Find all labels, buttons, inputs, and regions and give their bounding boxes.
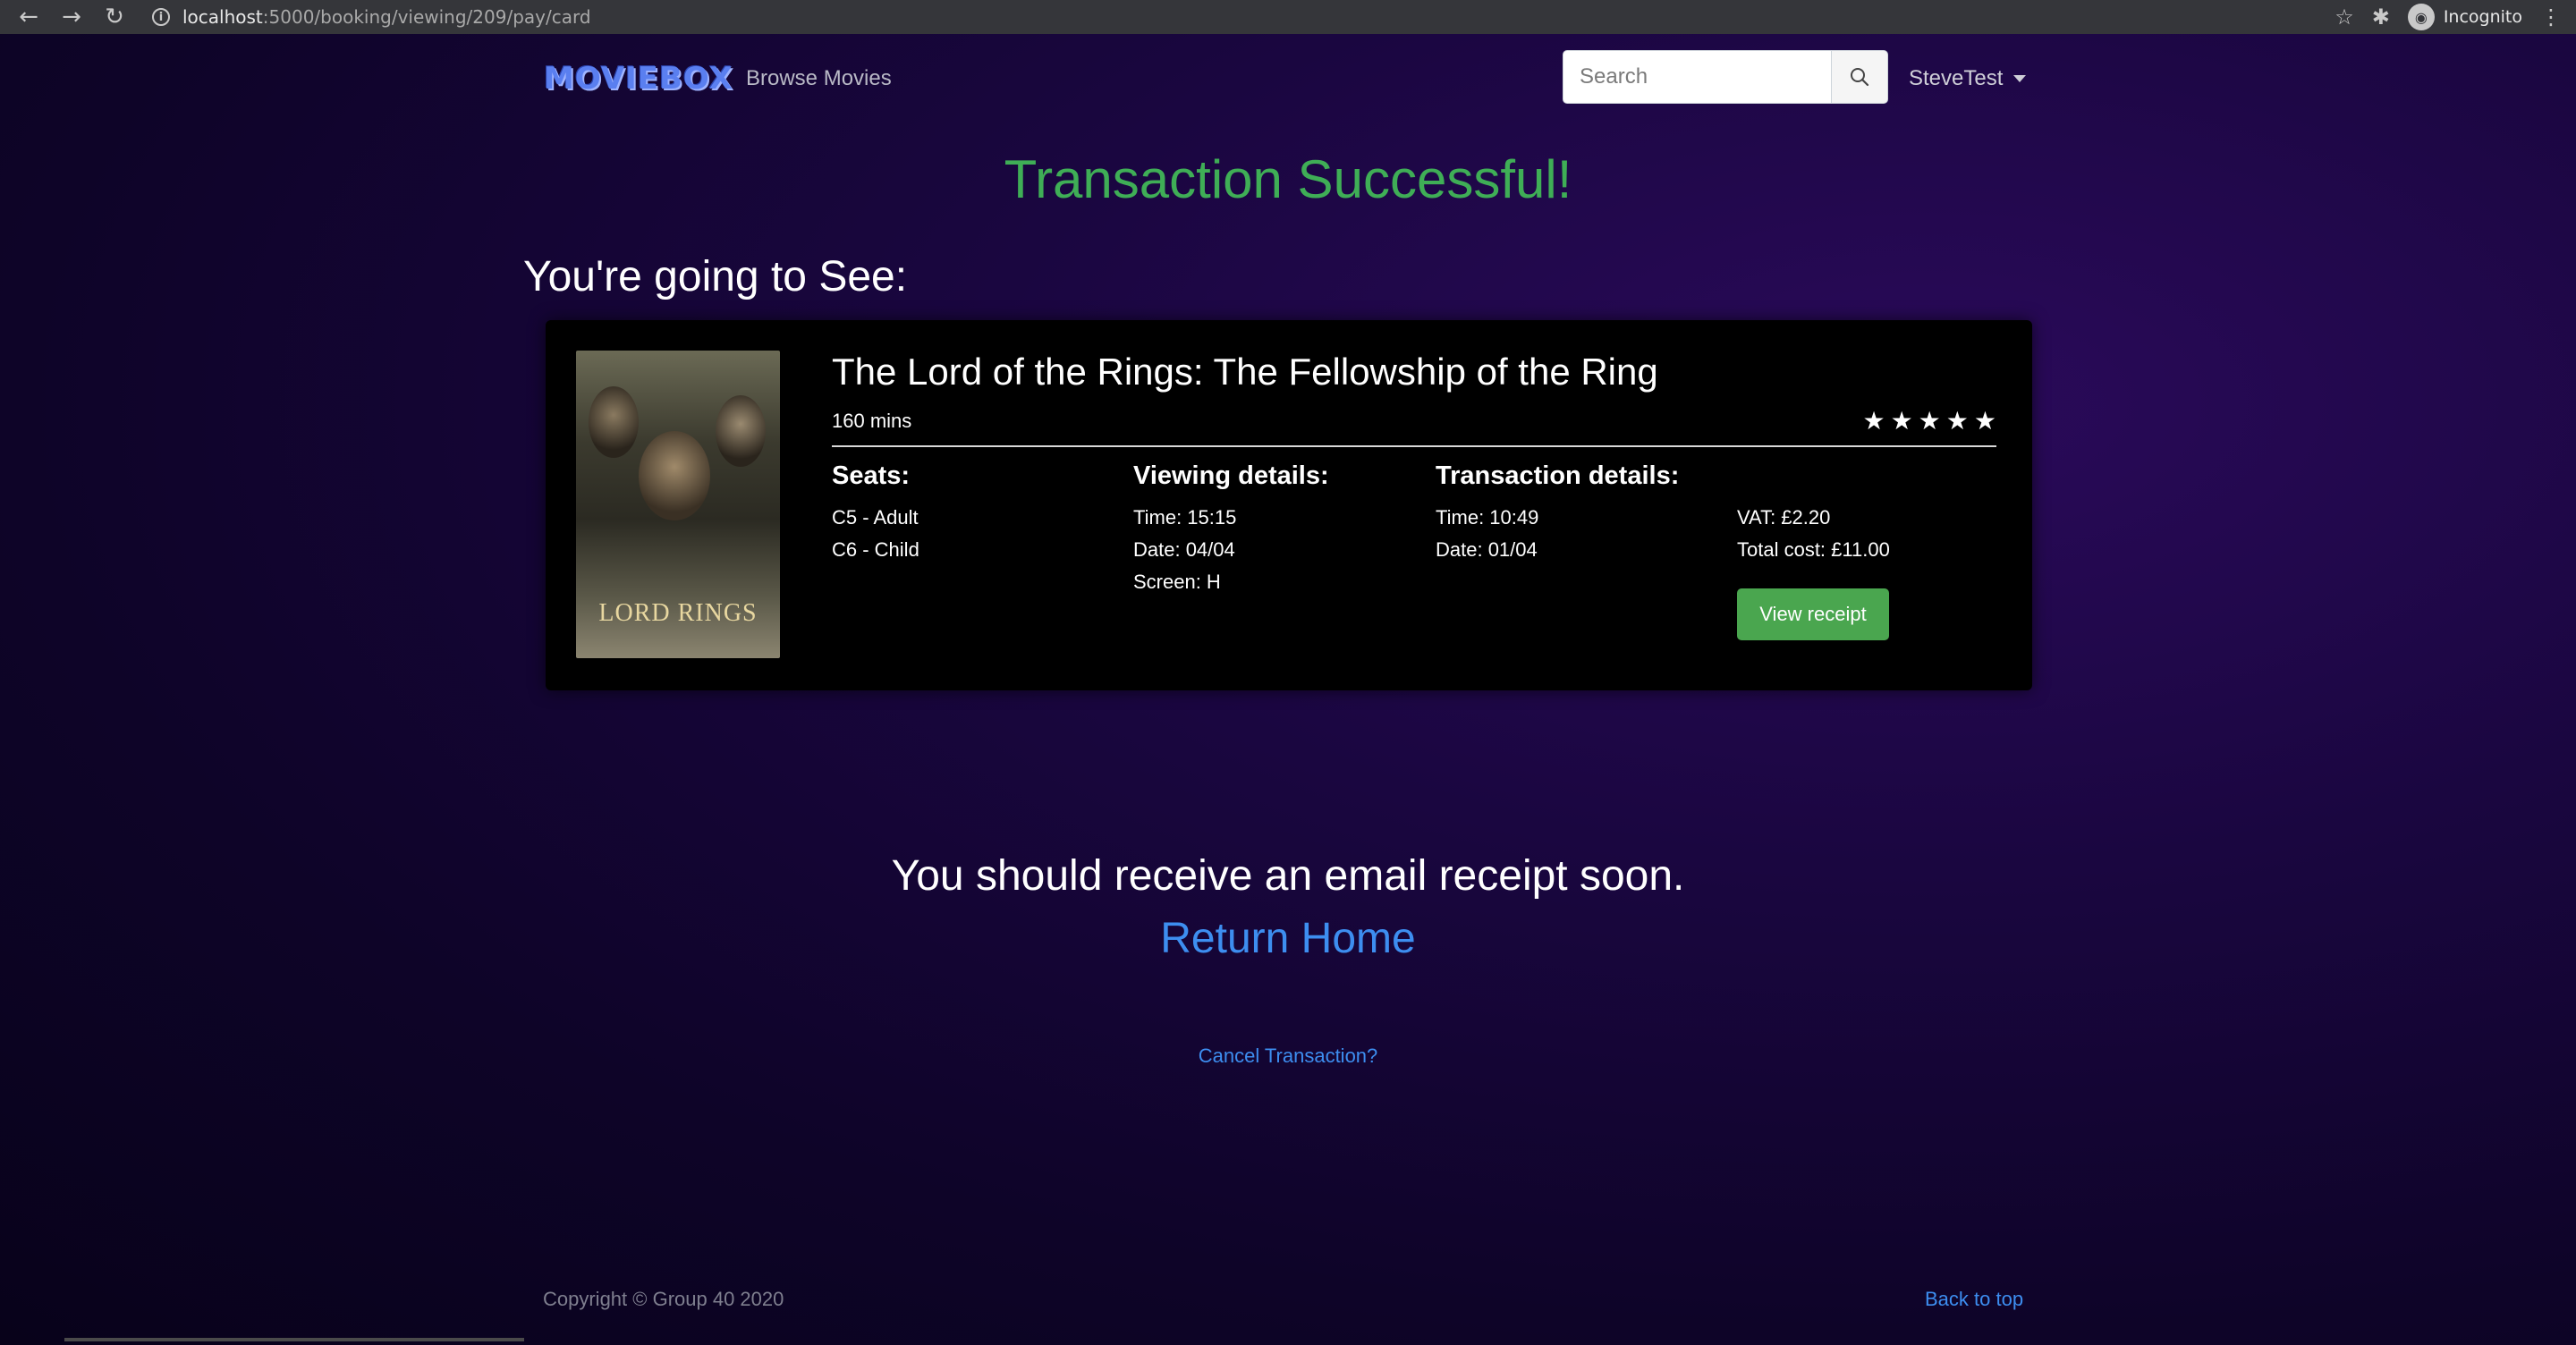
search-input[interactable] bbox=[1563, 50, 1831, 104]
rating-stars: ★ ★ ★ ★ ★ bbox=[1862, 406, 1996, 436]
seat-item: C6 - Child bbox=[832, 538, 919, 561]
url-text[interactable]: localhost:5000/booking/viewing/209/pay/c… bbox=[182, 6, 591, 28]
star-icon: ★ bbox=[1918, 406, 1941, 436]
transaction-details-heading: Transaction details: bbox=[1436, 461, 1680, 490]
poster-logo: LORD RINGS bbox=[598, 599, 758, 627]
seats-heading: Seats: bbox=[832, 461, 911, 490]
footer-copyright: Copyright © Group 40 2020 bbox=[543, 1288, 784, 1310]
transaction-date: Date: 01/04 bbox=[1436, 538, 1538, 561]
caret-down-icon bbox=[2013, 75, 2027, 82]
return-home-link[interactable]: Return Home bbox=[0, 914, 2576, 963]
booking-card: LORD RINGS The Lord of the Rings: The Fe… bbox=[546, 320, 2032, 690]
url-host: localhost bbox=[182, 6, 263, 28]
divider bbox=[832, 445, 1996, 447]
back-to-top-link[interactable]: Back to top bbox=[1925, 1288, 2023, 1311]
info-icon[interactable]: i bbox=[152, 8, 170, 26]
vat-amount: VAT: £2.20 bbox=[1737, 506, 1831, 529]
user-name: SteveTest bbox=[1909, 66, 2004, 90]
incognito-icon: ◉ bbox=[2407, 4, 2435, 30]
star-icon: ★ bbox=[1890, 406, 1913, 436]
search-button[interactable] bbox=[1831, 50, 1888, 104]
seat-item: C5 - Adult bbox=[832, 506, 919, 529]
site-navbar: MOVIEBOX Browse Movies SteveTest bbox=[0, 34, 2576, 122]
view-receipt-button[interactable]: View receipt bbox=[1737, 588, 1889, 640]
horizontal-scrollbar[interactable] bbox=[64, 1338, 524, 1341]
movie-title: The Lord of the Rings: The Fellowship of… bbox=[832, 351, 1658, 393]
extensions-puzzle-icon[interactable]: ✱ bbox=[2372, 4, 2390, 30]
movie-runtime: 160 mins bbox=[832, 410, 912, 432]
brand-logo[interactable]: MOVIEBOX bbox=[544, 61, 733, 97]
search-icon bbox=[1851, 68, 1869, 87]
bookmark-star-icon[interactable]: ☆ bbox=[2334, 4, 2354, 30]
viewing-date: Date: 04/04 bbox=[1133, 538, 1235, 561]
search-form bbox=[1563, 50, 1888, 104]
browse-movies-link[interactable]: Browse Movies bbox=[746, 66, 892, 91]
forward-arrow-icon[interactable]: → bbox=[50, 0, 93, 34]
browser-toolbar: ← → ↻ i localhost:5000/booking/viewing/2… bbox=[0, 0, 2576, 34]
movie-poster: LORD RINGS bbox=[576, 351, 780, 658]
viewing-details-heading: Viewing details: bbox=[1133, 461, 1329, 490]
transaction-time: Time: 10:49 bbox=[1436, 506, 1539, 529]
cancel-transaction-link[interactable]: Cancel Transaction? bbox=[0, 1045, 2576, 1068]
star-icon: ★ bbox=[1973, 406, 1996, 436]
star-icon: ★ bbox=[1945, 406, 1969, 436]
going-to-see-heading: You're going to See: bbox=[523, 253, 908, 300]
user-dropdown[interactable]: SteveTest bbox=[1909, 66, 2027, 91]
viewing-screen: Screen: H bbox=[1133, 571, 1221, 593]
kebab-menu-icon[interactable]: ⋮ bbox=[2540, 4, 2562, 30]
incognito-profile[interactable]: ◉ Incognito bbox=[2407, 4, 2522, 30]
back-arrow-icon[interactable]: ← bbox=[7, 0, 50, 34]
url-path: :5000/booking/viewing/209/pay/card bbox=[262, 6, 591, 28]
viewing-time: Time: 15:15 bbox=[1133, 506, 1237, 529]
total-cost: Total cost: £11.00 bbox=[1737, 538, 1890, 561]
email-receipt-message: You should receive an email receipt soon… bbox=[891, 852, 1685, 900]
address-bar[interactable]: i localhost:5000/booking/viewing/209/pay… bbox=[152, 0, 591, 34]
success-heading: Transaction Successful! bbox=[1004, 149, 1572, 209]
star-icon: ★ bbox=[1862, 406, 1885, 436]
incognito-label: Incognito bbox=[2443, 7, 2522, 27]
reload-icon[interactable]: ↻ bbox=[93, 0, 136, 34]
